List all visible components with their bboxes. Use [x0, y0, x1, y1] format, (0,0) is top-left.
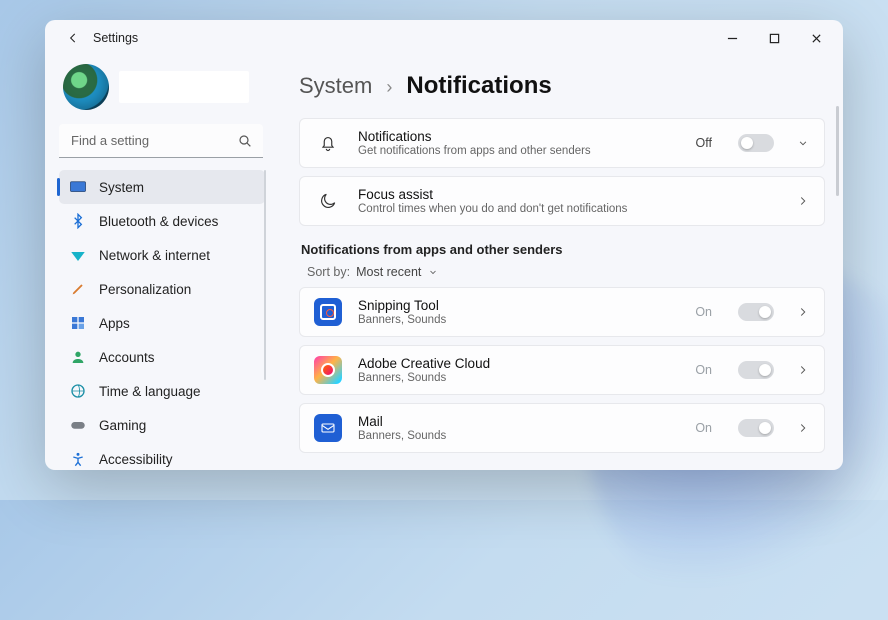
sort-value: Most recent: [356, 265, 421, 279]
nav-list: System Bluetooth & devices Network & int…: [59, 170, 265, 470]
app-detail: Banners, Sounds: [358, 372, 679, 384]
main-content: System › Notifications Notifications Get…: [275, 56, 843, 470]
card-subtitle: Get notifications from apps and other se…: [358, 145, 680, 157]
chevron-right-icon[interactable]: [796, 305, 810, 319]
sidebar-item-label: Time & language: [99, 384, 201, 399]
app-name: Adobe Creative Cloud: [358, 356, 679, 371]
sort-label: Sort by:: [307, 265, 350, 279]
moon-icon: [314, 191, 342, 211]
notifications-toggle[interactable]: [738, 134, 774, 152]
globe-clock-icon: [69, 382, 87, 400]
app-detail: Banners, Sounds: [358, 430, 679, 442]
app-name: Mail: [358, 414, 679, 429]
settings-window: Settings System: [45, 20, 843, 470]
avatar: [63, 64, 109, 110]
sidebar-item-gaming[interactable]: Gaming: [59, 408, 265, 442]
focus-assist-card[interactable]: Focus assist Control times when you do a…: [299, 176, 825, 226]
sidebar-item-bluetooth[interactable]: Bluetooth & devices: [59, 204, 265, 238]
close-button[interactable]: [795, 23, 837, 53]
sidebar-item-label: Accessibility: [99, 452, 173, 467]
app-toggle[interactable]: [738, 361, 774, 379]
card-subtitle: Control times when you do and don't get …: [358, 203, 780, 215]
sort-control[interactable]: Sort by: Most recent: [307, 265, 825, 279]
chevron-down-icon: [427, 266, 439, 278]
wifi-icon: [69, 246, 87, 264]
app-title: Settings: [93, 31, 138, 45]
sidebar: System Bluetooth & devices Network & int…: [45, 56, 275, 470]
snipping-tool-icon: [314, 298, 342, 326]
app-notification-row[interactable]: Snipping Tool Banners, Sounds On: [299, 287, 825, 337]
apps-icon: [69, 314, 87, 332]
app-toggle[interactable]: [738, 303, 774, 321]
app-detail: Banners, Sounds: [358, 314, 679, 326]
sidebar-item-label: Network & internet: [99, 248, 210, 263]
back-button[interactable]: [59, 24, 87, 52]
card-title: Notifications: [358, 129, 680, 144]
chevron-right-icon[interactable]: [796, 363, 810, 377]
sidebar-item-accessibility[interactable]: Accessibility: [59, 442, 265, 470]
section-title: Notifications from apps and other sender…: [301, 242, 825, 257]
search-box[interactable]: [59, 124, 263, 158]
toggle-state-label: On: [695, 305, 712, 319]
system-icon: [69, 178, 87, 196]
card-title: Focus assist: [358, 187, 780, 202]
person-icon: [69, 348, 87, 366]
sidebar-item-accounts[interactable]: Accounts: [59, 340, 265, 374]
sidebar-item-label: Gaming: [99, 418, 146, 433]
search-input[interactable]: [59, 124, 263, 158]
app-notification-row[interactable]: Mail Banners, Sounds On: [299, 403, 825, 453]
sidebar-scrollbar[interactable]: [264, 170, 266, 380]
sidebar-item-label: Bluetooth & devices: [99, 214, 218, 229]
sidebar-item-time[interactable]: Time & language: [59, 374, 265, 408]
bell-icon: [314, 133, 342, 153]
sidebar-item-apps[interactable]: Apps: [59, 306, 265, 340]
minimize-button[interactable]: [711, 23, 753, 53]
toggle-state-label: On: [695, 363, 712, 377]
sidebar-item-personalization[interactable]: Personalization: [59, 272, 265, 306]
sidebar-item-label: System: [99, 180, 144, 195]
sidebar-item-system[interactable]: System: [59, 170, 265, 204]
mail-icon: [314, 414, 342, 442]
chevron-right-icon: ›: [386, 77, 392, 98]
notifications-card[interactable]: Notifications Get notifications from app…: [299, 118, 825, 168]
app-name: Snipping Tool: [358, 298, 679, 313]
page-title: Notifications: [406, 72, 551, 100]
search-icon: [237, 133, 253, 149]
main-scrollbar[interactable]: [836, 106, 839, 196]
maximize-button[interactable]: [753, 23, 795, 53]
bluetooth-icon: [69, 212, 87, 230]
toggle-state-label: On: [695, 421, 712, 435]
sidebar-item-network[interactable]: Network & internet: [59, 238, 265, 272]
accessibility-icon: [69, 450, 87, 468]
toggle-state-label: Off: [696, 136, 712, 150]
gaming-icon: [69, 416, 87, 434]
app-notification-row[interactable]: Adobe Creative Cloud Banners, Sounds On: [299, 345, 825, 395]
paintbrush-icon: [69, 280, 87, 298]
chevron-right-icon[interactable]: [796, 194, 810, 208]
profile-name: [119, 71, 249, 103]
sidebar-item-label: Apps: [99, 316, 130, 331]
titlebar: Settings: [45, 20, 843, 56]
expand-chevron-icon[interactable]: [796, 136, 810, 150]
creative-cloud-icon: [314, 356, 342, 384]
chevron-right-icon[interactable]: [796, 421, 810, 435]
breadcrumb: System › Notifications: [299, 72, 825, 100]
breadcrumb-parent[interactable]: System: [299, 73, 372, 99]
sidebar-item-label: Accounts: [99, 350, 155, 365]
app-toggle[interactable]: [738, 419, 774, 437]
profile-block[interactable]: [59, 56, 267, 124]
sidebar-item-label: Personalization: [99, 282, 191, 297]
